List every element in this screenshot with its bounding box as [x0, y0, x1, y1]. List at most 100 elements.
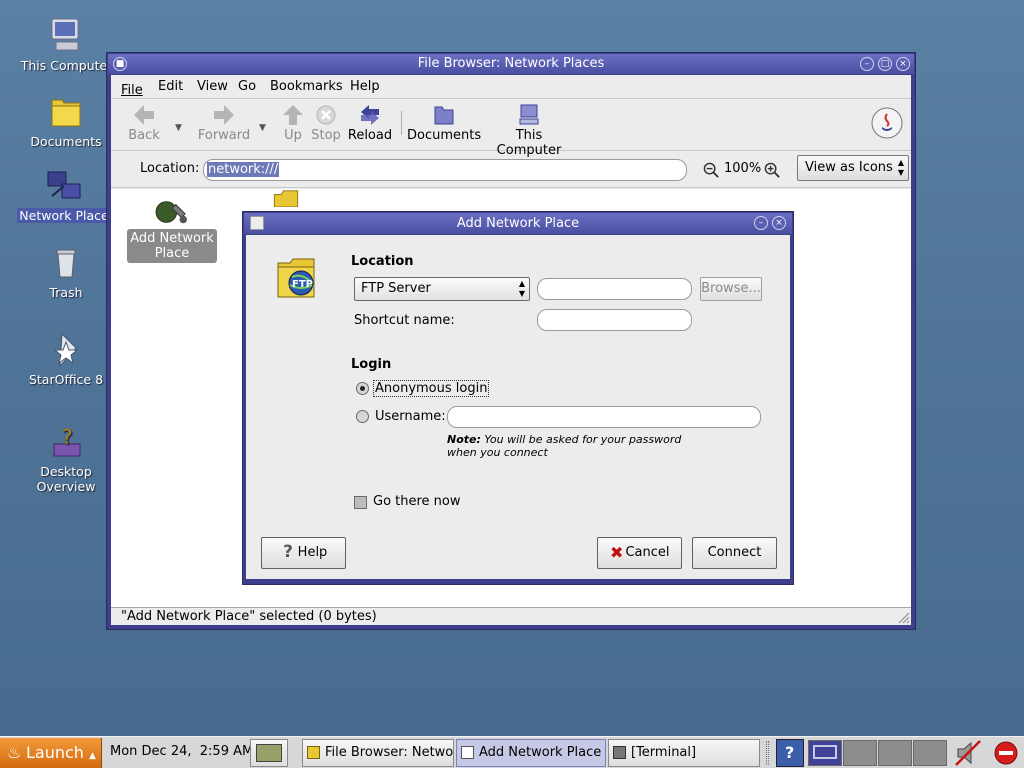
clock[interactable]: Mon Dec 24, 2:59 AM [110, 744, 253, 759]
desktop-icon-documents[interactable]: Documents [18, 92, 114, 149]
documents-folder-icon [434, 106, 454, 125]
location-field[interactable] [537, 278, 692, 300]
reload-button[interactable]: Reload [347, 102, 393, 143]
menu-bookmarks[interactable]: Bookmarks [270, 79, 343, 94]
location-bar: Location: network:/// 100% View as Icons… [111, 152, 911, 188]
help-icon: ? [785, 743, 795, 762]
menu-help[interactable]: Help [350, 79, 380, 94]
server-type-select[interactable]: FTP Server ▲ ▼ [354, 277, 530, 301]
launch-button[interactable]: ♨ Launch ▲ [0, 738, 102, 768]
menu-view[interactable]: View [197, 79, 228, 94]
anonymous-login-label[interactable]: Anonymous login [373, 380, 490, 397]
dialog-body: FTP Location FTP Server ▲ ▼ Browse... Sho… [246, 235, 790, 579]
stop-button[interactable]: Stop [309, 102, 343, 143]
forward-arrow-icon [214, 105, 234, 125]
password-note: Note: You will be asked for your passwor… [447, 433, 681, 459]
zoom-in-icon[interactable] [764, 162, 781, 179]
desktop-icon-trash[interactable]: Trash [18, 243, 114, 300]
up-arrow-icon [283, 105, 303, 125]
status-bar: "Add Network Place" selected (0 bytes) [111, 607, 911, 625]
volume-muted-icon[interactable] [954, 739, 982, 767]
window-menu-icon[interactable] [250, 216, 264, 230]
location-input[interactable]: network:/// [203, 159, 687, 181]
go-there-now-label[interactable]: Go there now [373, 494, 461, 509]
reload-icon [361, 105, 379, 125]
note-text-2: when you connect [447, 446, 548, 459]
computer-icon [519, 104, 539, 125]
workspace-4[interactable] [913, 740, 947, 766]
window-titlebar[interactable]: File Browser: Network Places ■ – □ × [108, 54, 914, 74]
anonymous-login-radio[interactable] [356, 382, 369, 395]
minimize-icon[interactable]: ■ [113, 57, 127, 71]
desktop-icon-label: Documents [30, 134, 102, 149]
network-icon [47, 171, 81, 199]
file-item-add-network-place[interactable]: Add Network Place [127, 197, 217, 263]
desktop-icon-desktop-overview[interactable]: ? Desktop Overview [18, 422, 114, 494]
close-button[interactable]: × [896, 57, 910, 71]
menu-edit[interactable]: Edit [158, 79, 183, 94]
window-icon [461, 746, 474, 759]
cancel-button[interactable]: ✖ Cancel [597, 537, 682, 569]
svg-text:FTP: FTP [292, 279, 313, 290]
back-dropdown-icon[interactable]: ▼ [175, 123, 182, 133]
desktop-icon [256, 744, 282, 762]
computer-icon [51, 18, 79, 51]
zoom-level[interactable]: 100% [724, 161, 761, 176]
forward-button[interactable]: Forward [195, 102, 253, 143]
username-field[interactable] [447, 406, 761, 428]
folder-icon[interactable] [271, 189, 301, 207]
help-book-button[interactable]: ? [776, 739, 804, 767]
updown-arrows-icon: ▲ ▼ [897, 158, 904, 177]
stop-icon [316, 105, 336, 125]
shortcut-name-field[interactable] [537, 309, 692, 331]
close-button[interactable]: × [772, 216, 786, 230]
this-computer-button[interactable]: This Computer [483, 102, 575, 158]
view-as-select[interactable]: View as Icons ▲ ▼ [797, 155, 909, 181]
forward-dropdown-icon[interactable]: ▼ [259, 123, 266, 133]
minimize-button[interactable]: – [754, 216, 768, 230]
task-file-browser[interactable]: File Browser: Network [302, 739, 454, 767]
login-heading: Login [351, 357, 392, 372]
status-text: "Add Network Place" selected (0 bytes) [121, 609, 377, 624]
toolbar-separator [401, 111, 402, 135]
no-entry-icon[interactable] [992, 739, 1020, 767]
menu-go[interactable]: Go [238, 79, 256, 94]
username-radio[interactable] [356, 410, 369, 423]
show-desktop-button[interactable] [250, 739, 288, 767]
documents-button[interactable]: Documents [407, 102, 481, 143]
taskbar: ♨ Launch ▲ Mon Dec 24, 2:59 AM File Brow… [0, 736, 1024, 768]
desktop-icon-label: Network Place [17, 208, 111, 223]
help-button[interactable]: ? Help [261, 537, 346, 569]
go-there-now-checkbox[interactable] [354, 496, 367, 509]
up-button[interactable]: Up [277, 102, 309, 143]
task-add-network-place[interactable]: Add Network Place [456, 739, 606, 767]
task-terminal[interactable]: [Terminal] [608, 739, 760, 767]
window-thumb-icon [813, 745, 837, 759]
zoom-out-icon[interactable] [703, 162, 720, 179]
add-network-place-dialog: Add Network Place – × FTP Location FTP S… [242, 211, 794, 585]
folder-icon [307, 746, 320, 759]
desktop-icon-staroffice[interactable]: StarOffice 8 [18, 330, 114, 387]
taskbar-separator [766, 741, 769, 765]
shortcut-name-label: Shortcut name: [354, 313, 455, 328]
launch-arrow-icon: ▲ [89, 751, 96, 761]
browse-button[interactable]: Browse... [700, 277, 762, 301]
username-label[interactable]: Username: [375, 409, 446, 424]
workspace-1[interactable] [808, 740, 842, 766]
back-arrow-icon [134, 105, 154, 125]
workspace-3[interactable] [878, 740, 912, 766]
resize-grip-icon[interactable] [896, 610, 910, 624]
folder-icon [51, 99, 81, 127]
minimize-button[interactable]: – [860, 57, 874, 71]
maximize-button[interactable]: □ [878, 57, 892, 71]
note-label: Note: [447, 433, 481, 446]
dialog-titlebar[interactable]: Add Network Place – × [244, 213, 792, 234]
desktop-icon-this-computer[interactable]: This Compute [16, 16, 112, 73]
connect-button[interactable]: Connect [692, 537, 777, 569]
location-value: network:/// [207, 162, 280, 177]
terminal-icon [613, 746, 626, 759]
workspace-2[interactable] [843, 740, 877, 766]
trash-icon [56, 249, 76, 278]
back-button[interactable]: Back [121, 102, 167, 143]
desktop-icon-network-place[interactable]: Network Place [16, 166, 112, 223]
